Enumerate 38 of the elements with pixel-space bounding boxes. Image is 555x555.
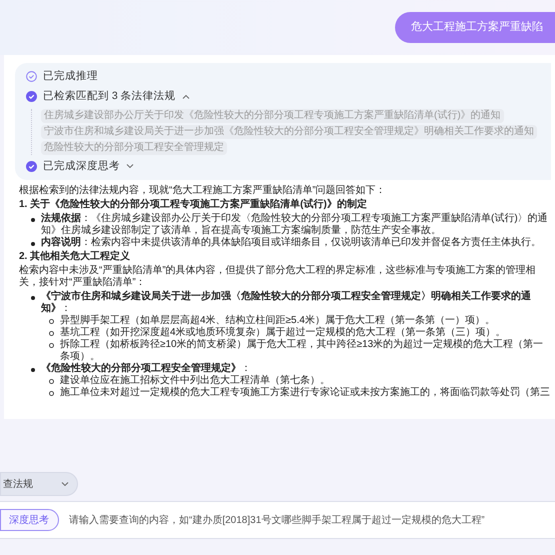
check-circle-icon xyxy=(26,160,37,172)
bullet-icon xyxy=(31,218,35,222)
chevron-icon[interactable] xyxy=(126,162,134,170)
bullet-icon xyxy=(31,296,35,300)
hollow-bullet-icon xyxy=(49,379,54,384)
check-circle-icon xyxy=(26,91,37,102)
user-message-bubble: 危大工程施工方案严重缺陷 xyxy=(395,12,555,43)
query-field[interactable]: 深度思考 请输入需要查询的内容，如“建办质[2018]31号文哪些脚手架工程属于超过一定规模的危大工程” xyxy=(0,501,555,539)
list-item-text: 法规依据：《住房城乡建设部办公厅关于印发〈危险性较大的分部分项工程专项施工方案严重缺陷清单(试行)〉的通知》住房城乡建设部制定了该清单，旨在提高专项施工方案编制质量，防范生产安全事故。 xyxy=(41,213,549,236)
bullet-icon xyxy=(31,368,35,372)
answer-paragraph: 根据检索到的法律法规内容，现就“危大工程施工方案严重缺陷清单”问题回答如下： xyxy=(19,185,387,198)
sub-item-text: 施工单位未对超过一定规模的危大工程专项施工方案进行专家论证或未按方案施工的，将面临罚款等处罚（第三 xyxy=(60,387,550,400)
section-heading: 1. 关于《危险性较大的分部分项工程专项施工方案严重缺陷清单(试行)》的制定 xyxy=(19,199,368,212)
chevron-icon[interactable] xyxy=(61,480,69,488)
source-chip[interactable]: 住房城乡建设部办公厅关于印发《危险性较大的分部分项工程专项施工方案严重缺陷清单(试行)》的通知 xyxy=(41,108,504,122)
chevron-icon[interactable] xyxy=(182,92,190,101)
bullet-icon xyxy=(31,242,35,246)
sub-item-text: 异型脚手架工程（如单层层高超4米、结构立柱间距≥5.4米）属于危大工程（第一条第（一）项）。 xyxy=(60,315,495,326)
step-label: 已完成深度思考 xyxy=(43,158,120,174)
list-item-text: 内容说明：检索内容中未提供该清单的具体缺陷项目或详细条目，仅说明该清单已印发并督促各方责任主体执行。 xyxy=(41,237,541,250)
hollow-bullet-icon xyxy=(49,319,54,324)
check-circle-icon xyxy=(26,71,37,82)
deep-think-toggle[interactable]: 深度思考 xyxy=(0,509,59,531)
step-label: 已完成推理 xyxy=(43,69,98,84)
list-item-text: 《危险性较大的分部分项工程安全管理规定》： xyxy=(41,363,251,374)
hollow-bullet-icon xyxy=(49,331,54,336)
sub-item-text: 拆除工程（如桥板跨径≥10米的简支桥梁）属于危大工程，其中跨径≥13米的为超过一定规模的危大工程（第一条项）。 xyxy=(60,339,544,362)
list-item-text: 《宁波市住房和城乡建设局关于进一步加强〈危险性较大的分部分项工程安全管理规定〉明确相关工作要求的通知》： xyxy=(41,291,532,314)
step-label: 已检索匹配到 3 条法律法规 xyxy=(43,88,176,104)
source-chip[interactable]: 危险性较大的分部分项工程安全管理规定 xyxy=(41,140,227,154)
answer-paragraph: 检索内容中未涉及“严重缺陷清单”的具体内容，但提供了部分危大工程的界定标准，这些标准与专项施工方案的管理相关，接针对“严重缺陷清单”： xyxy=(19,265,537,290)
hollow-bullet-icon xyxy=(49,343,54,348)
sub-item-text: 基坑工程（如开挖深度超4米或地质环境复杂）属于超过一定规模的危大工程（第一条第（三）项）。 xyxy=(60,327,506,338)
mode-dropdown[interactable]: 查法规 xyxy=(0,472,78,496)
hollow-bullet-icon xyxy=(49,391,54,396)
sub-item-text: 建设单位应在施工招标文件中列出危大工程清单（第七条）。 xyxy=(60,375,330,386)
section-heading: 2. 其他相关危大工程定义 xyxy=(19,251,132,264)
source-chip[interactable]: 宁波市住房和城乡建设局关于进一步加强《危险性较大的分部分项工程安全管理规定》明确相关工作要求的通知 xyxy=(41,124,537,138)
